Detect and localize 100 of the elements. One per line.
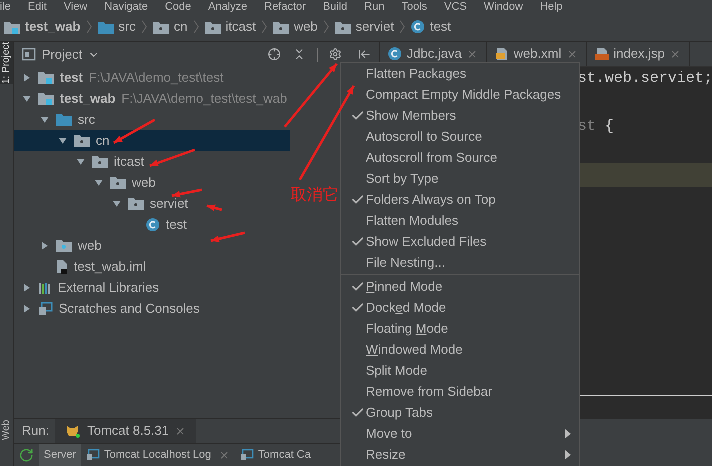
tree-path: F:\JAVA\demo_test\test_wab bbox=[122, 90, 288, 108]
menu-option[interactable]: Show Members bbox=[341, 105, 579, 126]
tree-row[interactable]: test_wab.iml bbox=[14, 256, 290, 277]
code-line: st { bbox=[578, 116, 616, 137]
chevron-separator-icon bbox=[324, 20, 329, 34]
breadcrumb-item[interactable]: test bbox=[411, 17, 452, 37]
rerun-icon[interactable] bbox=[19, 448, 34, 462]
expanded-arrow-icon[interactable] bbox=[76, 156, 86, 166]
menu-option[interactable]: Compact Empty Middle Packages bbox=[341, 84, 579, 105]
collapsed-arrow-icon[interactable] bbox=[22, 72, 32, 82]
menu-option[interactable]: File Nesting... bbox=[341, 252, 579, 273]
breadcrumb-item[interactable]: test_wab bbox=[4, 17, 81, 37]
menu-option[interactable]: Split Mode bbox=[341, 360, 579, 381]
check-icon bbox=[351, 234, 365, 248]
run-output-tab[interactable]: Server bbox=[39, 444, 82, 466]
tree-row[interactable]: itcast bbox=[14, 151, 290, 172]
tree-label: itcast bbox=[114, 152, 144, 171]
breadcrumb-item[interactable]: web bbox=[273, 17, 318, 37]
tree-row[interactable]: test F:\JAVA\demo_test\test bbox=[14, 67, 290, 88]
close-icon[interactable] bbox=[175, 426, 186, 436]
menu-item[interactable]: Navigate bbox=[104, 1, 148, 13]
chevron-separator-icon bbox=[194, 20, 199, 34]
close-icon[interactable] bbox=[566, 48, 578, 60]
editor-tab[interactable]: index.jsp bbox=[586, 42, 690, 66]
menu-item[interactable]: Help bbox=[540, 1, 563, 13]
run-output-tab[interactable]: Tomcat Ca bbox=[235, 444, 316, 466]
menu-option[interactable]: Flatten Packages bbox=[341, 63, 579, 84]
menu-option[interactable]: Windowed Mode bbox=[341, 339, 579, 360]
expanded-arrow-icon[interactable] bbox=[112, 198, 122, 208]
tree-row[interactable]: External Libraries bbox=[14, 277, 290, 298]
scratches-icon bbox=[38, 302, 53, 316]
menu-option[interactable]: Docked Mode bbox=[341, 297, 579, 318]
side-tab[interactable]: Web bbox=[0, 420, 13, 440]
close-icon[interactable] bbox=[466, 48, 478, 60]
menu-option[interactable]: Remove from Sidebar bbox=[341, 381, 579, 402]
package-folder-icon bbox=[204, 20, 221, 34]
menu-item[interactable]: Tools bbox=[402, 1, 428, 13]
close-icon[interactable] bbox=[219, 450, 230, 460]
menu-option[interactable]: Show Excluded Files bbox=[341, 231, 579, 252]
collapsed-arrow-icon[interactable] bbox=[22, 282, 32, 292]
tree-row[interactable]: web bbox=[14, 172, 290, 193]
code-line: st.web.serviet; bbox=[578, 68, 712, 89]
menu-item[interactable]: Refactor bbox=[264, 1, 306, 13]
tree-row[interactable]: serviet bbox=[14, 193, 290, 214]
tree-row[interactable]: src bbox=[14, 109, 290, 130]
tree-row[interactable]: cn bbox=[14, 130, 290, 151]
settings-icon[interactable] bbox=[329, 48, 342, 61]
tree-label: test_wab.iml bbox=[74, 258, 146, 276]
menu-item[interactable]: VCS bbox=[444, 1, 468, 13]
menu-option[interactable]: Sort by Type bbox=[341, 168, 579, 189]
tree-label: test_wab bbox=[60, 90, 116, 108]
tree-row[interactable]: web bbox=[14, 235, 290, 256]
menu-item[interactable]: Code bbox=[165, 1, 192, 13]
menu-option[interactable]: Move to bbox=[341, 423, 579, 444]
expanded-arrow-icon[interactable] bbox=[40, 114, 50, 124]
menu-item[interactable]: Edit bbox=[28, 1, 47, 13]
annotation-arrow bbox=[210, 232, 246, 243]
breadcrumb-item[interactable]: serviet bbox=[334, 17, 394, 37]
package-folder-icon bbox=[273, 20, 290, 34]
class-icon bbox=[388, 47, 402, 61]
expanded-arrow-icon[interactable] bbox=[58, 136, 68, 146]
breadcrumb-item[interactable]: itcast bbox=[204, 17, 256, 37]
tree-row[interactable]: Scratches and Consoles bbox=[14, 298, 290, 319]
submenu-arrow-icon bbox=[565, 428, 571, 438]
tree-label: test bbox=[60, 68, 84, 87]
check-icon bbox=[351, 300, 365, 314]
file-icon bbox=[56, 259, 68, 274]
package-folder-icon bbox=[110, 176, 126, 189]
run-output-tab[interactable]: Tomcat Localhost Log bbox=[81, 444, 236, 466]
run-tab[interactable]: Tomcat 8.5.31 bbox=[55, 419, 196, 443]
menu-option[interactable]: Resize bbox=[341, 444, 579, 465]
close-icon[interactable] bbox=[670, 48, 681, 60]
tree-label: External Libraries bbox=[58, 278, 160, 297]
menu-item[interactable]: Build bbox=[323, 1, 348, 13]
collapsed-arrow-icon[interactable] bbox=[22, 304, 32, 314]
tree-label: web bbox=[78, 236, 102, 255]
collapsed-arrow-icon[interactable] bbox=[40, 240, 50, 250]
menu-item[interactable]: View bbox=[64, 1, 88, 13]
menu-option[interactable]: Autoscroll from Source bbox=[341, 147, 579, 168]
breadcrumb-item[interactable]: src bbox=[98, 17, 136, 37]
expanded-arrow-icon[interactable] bbox=[22, 94, 32, 104]
check-icon bbox=[351, 280, 365, 294]
expanded-arrow-icon[interactable] bbox=[94, 178, 104, 188]
menu-option[interactable]: Floating Mode bbox=[341, 318, 579, 339]
menu-option[interactable]: Autoscroll to Source bbox=[341, 126, 579, 147]
menu-item[interactable]: ile bbox=[0, 1, 12, 13]
breadcrumb-item[interactable]: cn bbox=[152, 17, 188, 37]
locate-icon[interactable] bbox=[268, 48, 281, 61]
menu-option[interactable]: Folders Always on Top bbox=[341, 189, 579, 210]
menu-option[interactable]: Group Tabs bbox=[341, 402, 579, 423]
tree-row[interactable]: test_wab F:\JAVA\demo_test\test_wab bbox=[14, 88, 290, 109]
menu-item[interactable]: Run bbox=[364, 1, 385, 13]
menu-item[interactable]: Window bbox=[484, 1, 524, 13]
tree-row[interactable]: test bbox=[14, 214, 290, 235]
hide-panel-icon[interactable] bbox=[358, 48, 371, 61]
menu-option[interactable]: Flatten Modules bbox=[341, 210, 579, 231]
side-tab[interactable]: 1: Project bbox=[0, 42, 13, 84]
annotation-arrow bbox=[172, 188, 202, 198]
menu-option[interactable]: Pinned Mode bbox=[341, 276, 579, 297]
menu-item[interactable]: Analyze bbox=[208, 1, 248, 13]
